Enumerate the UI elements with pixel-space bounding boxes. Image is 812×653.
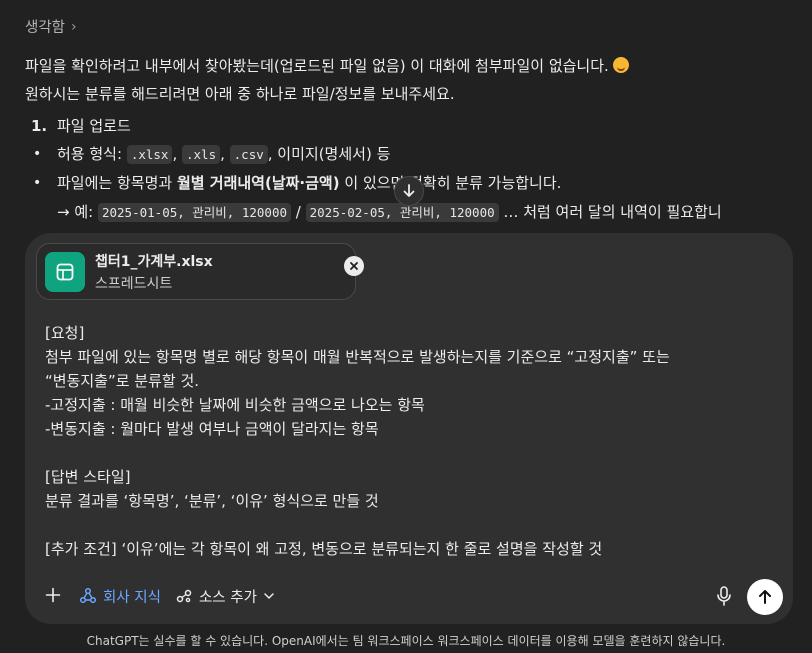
scroll-down-button[interactable]: [394, 176, 424, 206]
chat-page: 생각함 › 파일을 확인하려고 내부에서 찾아봤는데(업로드된 파일 없음) 이…: [0, 0, 812, 653]
file-type: 스프레드시트: [95, 275, 173, 292]
thinking-label: 생각함: [25, 20, 66, 36]
prompt-blank-line: [45, 441, 785, 465]
response-line-2: 원하시는 분류를 해드리려면 아래 중 하나로 파일/정보를 보내주세요.: [25, 85, 455, 103]
prompt-line: 분류 결과를 ‘항목명’, ‘분류’, ‘이유’ 형식으로 만들 것: [45, 492, 379, 510]
prompt-blank-line: [45, 513, 785, 537]
network-icon: [79, 587, 97, 604]
prompt-line: [요청]: [45, 324, 85, 342]
example-line: → 예: 2025-01-05, 관리비, 120000 / 2025-02-0…: [57, 203, 722, 222]
link-icon: [176, 589, 192, 603]
composer-toolbar: 회사 지식 소스 추가: [41, 581, 275, 611]
code-example-2: 2025-02-05, 관리비, 120000: [305, 203, 499, 222]
arrow-down-icon: [403, 184, 415, 197]
add-attachment-button[interactable]: [41, 584, 65, 609]
file-meta: 챕터1_가계부.xlsx 스프레드시트: [95, 251, 213, 293]
file-name: 챕터1_가계부.xlsx: [95, 253, 213, 270]
microphone-button[interactable]: [714, 585, 734, 607]
prompt-input[interactable]: [요청] 첨부 파일에 있는 항목명 별로 해당 항목이 매월 반복적으로 발생…: [45, 321, 785, 561]
remove-attachment-button[interactable]: [344, 256, 364, 276]
response-line-1: 파일을 확인하려고 내부에서 찾아봤는데(업로드된 파일 없음) 이 대화에 첨…: [25, 54, 629, 78]
code-example-1: 2025-01-05, 관리비, 120000: [97, 203, 291, 222]
bullet-dot-icon: •: [33, 146, 42, 162]
company-knowledge-button[interactable]: 회사 지식: [79, 586, 161, 607]
prompt-line: [추가 조건] ‘이유’에는 각 항목이 왜 고정, 변동으로 분류되는지 한 …: [45, 540, 603, 558]
bullet-formats: • 허용 형식: .xlsx, .xls, .csv, 이미지(명세서) 등: [33, 142, 390, 167]
prompt-line: [답변 스타일]: [45, 468, 131, 486]
company-knowledge-label: 회사 지식: [103, 589, 161, 606]
prompt-line: -변동지출 : 월마다 발생 여부나 금액이 달라지는 항목: [45, 420, 379, 438]
close-icon: [350, 262, 358, 270]
thinking-toggle[interactable]: 생각함 ›: [25, 16, 77, 37]
plus-icon: [45, 587, 61, 602]
code-csv: .csv: [229, 145, 268, 164]
prompt-line: “변동지출”로 분류할 것.: [45, 372, 200, 390]
microphone-icon: [717, 586, 731, 606]
bullet-file-content: • 파일에는 항목명과 월별 거래내역(날짜·금액) 이 있으면 정확히 분류 …: [33, 171, 561, 195]
disclaimer-footer: ChatGPT는 실수를 할 수 있습니다. OpenAI에서는 팀 워크스페이…: [86, 634, 726, 648]
prompt-line: 첨부 파일에 있는 항목명 별로 해당 항목이 매월 반복적으로 발생하는지를 …: [45, 348, 670, 366]
send-button[interactable]: [747, 579, 783, 615]
arrow-up-icon: [759, 590, 771, 604]
code-xls: .xls: [182, 145, 221, 164]
spreadsheet-icon: [45, 251, 85, 292]
list-item: 1. 파일 업로드: [31, 114, 131, 138]
list-number: 1.: [31, 117, 48, 135]
smile-emoji-icon: [612, 57, 629, 73]
bullet-dot-icon: •: [33, 175, 42, 191]
chevron-right-icon: ›: [71, 18, 77, 35]
message-composer: 챕터1_가계부.xlsx 스프레드시트 [요청] 첨부 파일에 있는 항목명 별…: [25, 233, 793, 624]
code-xlsx: .xlsx: [126, 145, 173, 164]
prompt-line: -고정지출 : 매월 비슷한 날짜에 비슷한 금액으로 나오는 항목: [45, 396, 425, 414]
list-item-text: 파일 업로드: [57, 117, 131, 135]
add-source-button[interactable]: 소스 추가: [175, 586, 275, 607]
attachment-card[interactable]: 챕터1_가계부.xlsx 스프레드시트: [36, 243, 364, 300]
chevron-down-icon: [264, 593, 274, 600]
add-source-label: 소스 추가: [198, 589, 257, 606]
